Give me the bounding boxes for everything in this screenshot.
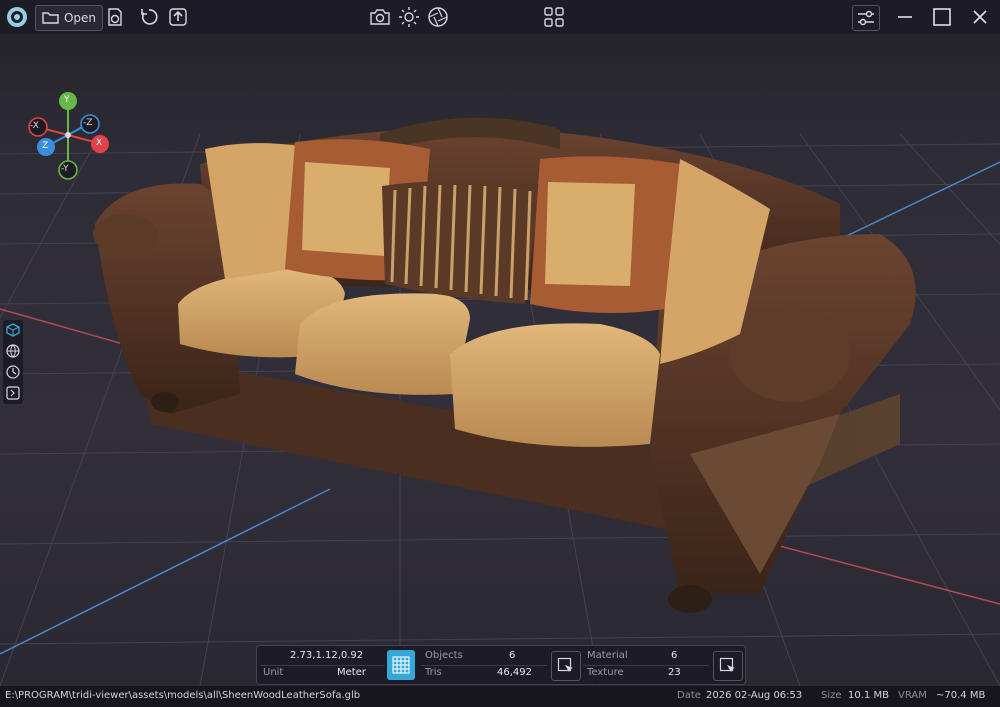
open-button[interactable]: Open: [35, 5, 103, 31]
select-materials-button[interactable]: [713, 651, 743, 681]
maximize-icon[interactable]: [930, 5, 954, 29]
gizmo-neg-x-label: -X: [30, 121, 39, 131]
3d-viewport[interactable]: Y -Y X -X Z -Z: [0, 34, 1000, 686]
dimensions-value: 2.73,1.12,0.92: [290, 650, 364, 661]
aperture-icon[interactable]: [426, 5, 450, 29]
status-bar: E:\PROGRAM\tridi-viewer\assets\models\al…: [0, 686, 1000, 707]
objects-value: 6: [509, 650, 516, 661]
gizmo-neg-y-label: -Y: [61, 164, 69, 174]
timer-icon[interactable]: [6, 365, 20, 379]
gizmo-z-label: Z: [42, 141, 49, 151]
app-logo-icon[interactable]: [5, 5, 29, 29]
settings-icon[interactable]: [852, 5, 880, 31]
vram-label: VRAM: [898, 690, 927, 701]
lighting-icon[interactable]: [397, 5, 421, 29]
grid-toggle-icon[interactable]: [387, 650, 415, 680]
vram-value: ~70.4 MB: [936, 690, 986, 701]
texture-label: Texture: [587, 667, 624, 678]
date-value: 2026 02-Aug 06:53: [706, 690, 803, 701]
export-icon[interactable]: [166, 5, 190, 29]
material-label: Material: [587, 650, 628, 661]
gizmo-y-label: Y: [64, 95, 70, 105]
date-label: Date: [677, 690, 701, 701]
file-path: E:\PROGRAM\tridi-viewer\assets\models\al…: [5, 690, 361, 701]
gizmo-neg-z-label: -Z: [83, 118, 93, 128]
cube-view-icon[interactable]: [6, 323, 20, 337]
size-label: Size: [821, 690, 842, 701]
axis-gizmo[interactable]: Y -Y X -X Z -Z: [25, 90, 115, 182]
folder-open-icon: [42, 12, 59, 24]
select-cursor-icon: [719, 657, 735, 672]
tris-label: Tris: [425, 667, 442, 678]
scene-render: [0, 117, 1000, 686]
texture-value: 23: [668, 667, 681, 678]
unit-value: Meter: [337, 667, 366, 678]
view-sidebar: [3, 320, 23, 404]
material-value: 6: [671, 650, 678, 661]
model-info-bar: 2.73,1.12,0.92 Unit Meter Objects 6 Tris…: [256, 645, 746, 685]
gizmo-x-label: X: [96, 138, 103, 148]
objects-label: Objects: [425, 650, 463, 661]
globe-icon[interactable]: [6, 344, 20, 358]
size-value: 10.1 MB: [848, 690, 889, 701]
minimize-icon[interactable]: [893, 5, 917, 29]
reload-model-icon[interactable]: [103, 5, 127, 29]
z-axis-line-far: [829, 161, 1000, 245]
open-label: Open: [63, 11, 97, 25]
select-objects-button[interactable]: [551, 651, 581, 681]
layout-grid-icon[interactable]: [542, 5, 566, 29]
close-icon[interactable]: [968, 5, 992, 29]
panel-icon[interactable]: [6, 386, 20, 400]
unit-label: Unit: [263, 667, 284, 678]
tris-value: 46,492: [497, 667, 532, 678]
screenshot-icon[interactable]: [368, 5, 392, 29]
title-toolbar: Open: [0, 0, 1000, 34]
z-axis-line: [0, 488, 331, 655]
reset-icon[interactable]: [137, 5, 161, 29]
select-cursor-icon: [557, 657, 573, 672]
